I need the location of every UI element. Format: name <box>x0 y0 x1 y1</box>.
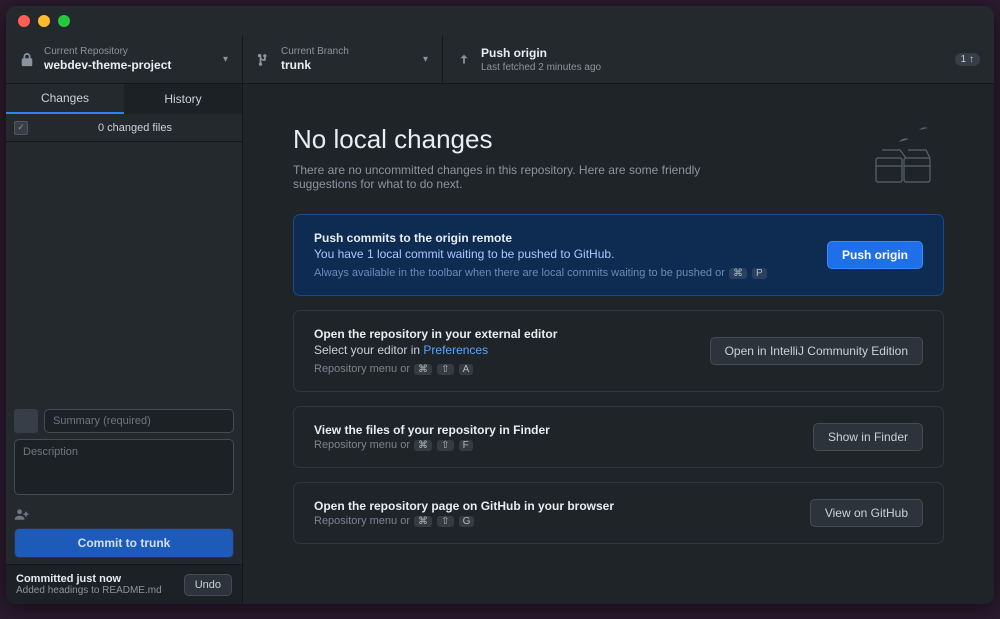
card-sub: You have 1 local commit waiting to be pu… <box>314 247 811 261</box>
commit-form: Commit to trunk <box>6 403 242 564</box>
page-title: No local changes <box>293 124 864 155</box>
open-editor-card: Open the repository in your external edi… <box>293 310 944 392</box>
branch-name: trunk <box>281 58 423 74</box>
undo-button[interactable]: Undo <box>184 574 232 596</box>
description-input[interactable] <box>14 439 234 495</box>
app-window: Current Repository webdev-theme-project … <box>6 6 994 604</box>
card-hint: Always available in the toolbar when the… <box>314 267 811 279</box>
kbd-icon: P <box>752 268 767 279</box>
titlebar[interactable] <box>6 6 994 36</box>
card-hint: Repository menu or ⌘ ⇧ F <box>314 439 797 451</box>
kbd-icon: ⌘ <box>729 268 747 279</box>
push-card: Push commits to the origin remote You ha… <box>293 214 944 296</box>
main-pane: No local changes There are no uncommitte… <box>243 84 994 604</box>
toolbar: Current Repository webdev-theme-project … <box>6 36 994 84</box>
push-count-badge: 1 ↑ <box>955 53 980 66</box>
recent-commit-message: Added headings to README.md <box>16 585 184 596</box>
avatar <box>14 409 38 433</box>
repo-selector[interactable]: Current Repository webdev-theme-project … <box>6 36 243 83</box>
view-github-button[interactable]: View on GitHub <box>810 499 923 527</box>
branch-icon <box>257 53 271 67</box>
kbd-icon: ⇧ <box>437 440 453 451</box>
card-title: Open the repository page on GitHub in yo… <box>314 499 794 513</box>
kbd-icon: G <box>459 516 475 527</box>
repo-label: Current Repository <box>44 45 223 58</box>
push-origin-toolbar[interactable]: Push origin Last fetched 2 minutes ago 1… <box>443 36 994 83</box>
show-finder-button[interactable]: Show in Finder <box>813 423 923 451</box>
empty-state-illustration <box>864 124 944 194</box>
card-hint: Repository menu or ⌘ ⇧ G <box>314 515 794 527</box>
recent-commit-status: Committed just now <box>16 573 184 585</box>
summary-input[interactable] <box>44 409 234 433</box>
card-hint: Repository menu or ⌘ ⇧ A <box>314 363 694 375</box>
changed-files-count: 0 changed files <box>36 122 234 134</box>
commit-button[interactable]: Commit to trunk <box>14 528 234 558</box>
changed-files-header: ✓ 0 changed files <box>6 114 242 142</box>
push-sub: Last fetched 2 minutes ago <box>481 62 945 73</box>
kbd-icon: ⇧ <box>437 364 453 375</box>
kbd-icon: ⌘ <box>414 364 432 375</box>
repo-name: webdev-theme-project <box>44 58 223 74</box>
card-title: Open the repository in your external edi… <box>314 327 694 341</box>
card-title: View the files of your repository in Fin… <box>314 423 797 437</box>
push-label: Push origin <box>481 46 945 62</box>
show-finder-card: View the files of your repository in Fin… <box>293 406 944 468</box>
tab-history[interactable]: History <box>124 84 242 114</box>
recent-commit: Committed just now Added headings to REA… <box>6 564 242 604</box>
fullscreen-icon[interactable] <box>58 15 70 27</box>
chevron-down-icon: ▾ <box>223 54 228 65</box>
close-icon[interactable] <box>18 15 30 27</box>
tab-changes[interactable]: Changes <box>6 84 124 114</box>
add-coauthor-button[interactable] <box>14 506 234 528</box>
hero: No local changes There are no uncommitte… <box>293 124 944 194</box>
sidebar-tabs: Changes History <box>6 84 242 114</box>
chevron-down-icon: ▾ <box>423 54 428 65</box>
kbd-icon: ⌘ <box>414 440 432 451</box>
card-title: Push commits to the origin remote <box>314 231 811 245</box>
traffic-lights <box>18 15 70 27</box>
kbd-icon: ⌘ <box>414 516 432 527</box>
preferences-link[interactable]: Preferences <box>423 343 488 357</box>
sidebar: Changes History ✓ 0 changed files Commit… <box>6 84 243 604</box>
branch-selector[interactable]: Current Branch trunk ▾ <box>243 36 443 83</box>
branch-label: Current Branch <box>281 45 423 58</box>
minimize-icon[interactable] <box>38 15 50 27</box>
card-sub: Select your editor in Preferences <box>314 343 694 357</box>
view-github-card: Open the repository page on GitHub in yo… <box>293 482 944 544</box>
push-up-icon <box>457 53 471 67</box>
kbd-icon: A <box>459 364 474 375</box>
push-origin-button[interactable]: Push origin <box>827 241 923 269</box>
lock-icon <box>20 53 34 67</box>
open-editor-button[interactable]: Open in IntelliJ Community Edition <box>710 337 923 365</box>
page-subtitle: There are no uncommitted changes in this… <box>293 163 733 191</box>
select-all-checkbox[interactable]: ✓ <box>14 121 28 135</box>
kbd-icon: F <box>459 440 473 451</box>
kbd-icon: ⇧ <box>437 516 453 527</box>
